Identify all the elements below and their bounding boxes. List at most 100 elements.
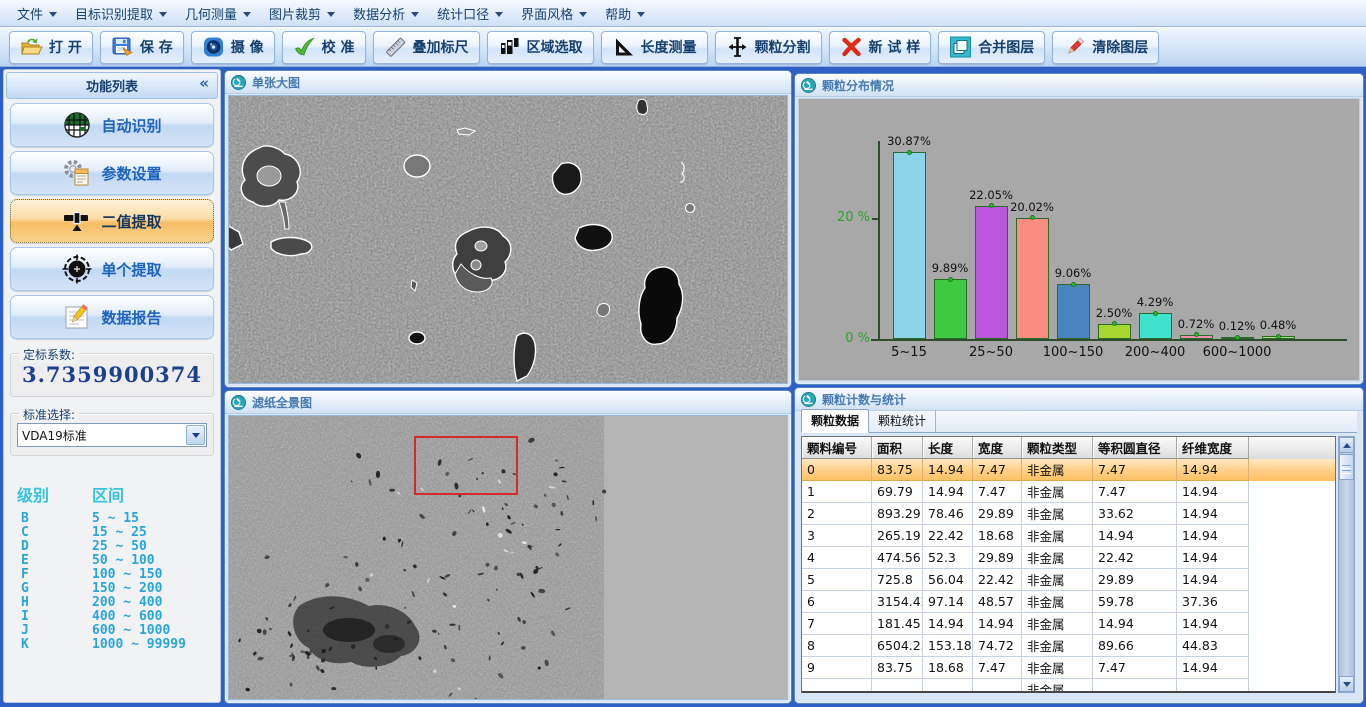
table-row[interactable]: 2893.2978.4629.89非金属33.6214.94 [802, 503, 1335, 525]
new-sample-x-icon [840, 36, 863, 58]
table-cell: 78.46 [923, 503, 973, 525]
toolbar-button-4[interactable]: 校 准 [282, 31, 366, 64]
table-cell [1177, 679, 1249, 693]
toolbar-button-9[interactable]: 新 试 样 [829, 31, 932, 64]
column-header-4[interactable]: 宽度 [973, 437, 1022, 459]
grid-vertical-scrollbar[interactable] [1338, 436, 1355, 693]
toolbar-button-label: 摄 像 [231, 37, 264, 57]
toolbar-button-11[interactable]: 清除图层 [1052, 31, 1159, 64]
table-cell: 9 [802, 657, 872, 679]
single-image-canvas[interactable] [228, 95, 788, 384]
table-cell [923, 679, 973, 693]
menu-item-label: 数据分析 [353, 4, 405, 23]
table-cell: 7.47 [1093, 657, 1177, 679]
level-letter: D [17, 540, 59, 554]
column-header-5[interactable]: 颗粒类型 [1022, 437, 1093, 459]
table-cell: 14.94 [1093, 613, 1177, 635]
scroll-up-button[interactable] [1339, 437, 1354, 453]
toolbar-button-7[interactable]: 长度测量 [601, 31, 708, 64]
menu-item-5[interactable]: 数据分析 [344, 1, 428, 25]
sidebar-button-4[interactable]: 单个提取 [10, 247, 214, 291]
menu-item-6[interactable]: 统计口径 [428, 1, 512, 25]
scroll-down-button[interactable] [1339, 676, 1354, 692]
toolbar-button-label: 区域选取 [527, 37, 583, 57]
sidebar-button-5[interactable]: 数据报告 [10, 295, 214, 339]
collapse-chevron-icon[interactable]: « [199, 74, 209, 92]
panorama-panel: 滤纸全景图 [224, 390, 792, 704]
distribution-panel-header: 颗粒分布情况 [795, 74, 1363, 97]
menu-item-8[interactable]: 帮助 [596, 1, 654, 25]
sidebar-button-label: 单个提取 [101, 259, 161, 280]
column-header-6[interactable]: 等积圆直径 [1093, 437, 1177, 459]
menu-item-2[interactable]: 目标识别提取 [66, 1, 176, 25]
function-sidebar: 功能列表 « 自动识别参数设置二值提取单个提取数据报告 定标系数: 3.7359… [3, 69, 221, 703]
menu-item-1[interactable]: 文件 [8, 1, 66, 25]
table-row[interactable]: 083.7514.947.47非金属7.4714.94 [802, 459, 1335, 481]
toolbar-button-label: 校 准 [322, 37, 355, 57]
table-row[interactable]: 3265.1922.4218.68非金属14.9414.94 [802, 525, 1335, 547]
table-row[interactable]: 169.7914.947.47非金属7.4714.94 [802, 481, 1335, 503]
toolbar-button-3[interactable]: 摄 像 [191, 31, 275, 64]
table-cell [1093, 679, 1177, 693]
level-range-table: 级别 区间 B5 ~ 15C15 ~ 25D25 ~ 50E50 ~ 100F1… [4, 482, 220, 652]
panel-title: 滤纸全景图 [252, 394, 312, 411]
table-cell [872, 679, 923, 693]
chevron-down-icon [579, 12, 587, 17]
menu-item-3[interactable]: 几何测量 [176, 1, 260, 25]
toolbar-button-2[interactable]: 保 存 [100, 31, 184, 64]
sidebar-button-label: 数据报告 [101, 307, 161, 328]
bar-top-marker [1071, 282, 1076, 287]
panel-title: 颗粒计数与统计 [822, 391, 906, 408]
scroll-thumb[interactable] [1339, 454, 1354, 480]
table-row[interactable]: 4474.5652.329.89非金属22.4214.94 [802, 547, 1335, 569]
table-cell: 59.78 [1093, 591, 1177, 613]
table-cell: 48.57 [973, 591, 1022, 613]
table-row[interactable]: 983.7518.687.47非金属7.4714.94 [802, 657, 1335, 679]
standard-select[interactable]: VDA19标准 [17, 423, 207, 447]
level-range: 200 ~ 400 [59, 596, 162, 610]
table-row[interactable]: 5725.856.0422.42非金属29.8914.94 [802, 569, 1335, 591]
level-row: D25 ~ 50 [17, 540, 220, 554]
column-header-3[interactable]: 长度 [923, 437, 973, 459]
table-cell: 22.42 [1093, 547, 1177, 569]
table-cell: 153.18 [923, 635, 973, 657]
column-header-2[interactable]: 面积 [872, 437, 923, 459]
stats-tab-bar: 颗粒数据颗粒统计 [801, 411, 1357, 433]
menu-item-7[interactable]: 界面风格 [512, 1, 596, 25]
combo-dropdown-button[interactable] [186, 425, 205, 445]
sidebar-button-3[interactable]: 二值提取 [10, 199, 214, 243]
table-cell: 非金属 [1022, 613, 1093, 635]
table-cell: 14.94 [973, 613, 1022, 635]
table-cell: 3 [802, 525, 872, 547]
table-cell: 7.47 [973, 481, 1022, 503]
tab-2[interactable]: 颗粒统计 [869, 410, 936, 432]
table-cell: 83.75 [872, 657, 923, 679]
table-cell: 14.94 [1177, 525, 1249, 547]
sidebar-button-label: 二值提取 [101, 211, 161, 232]
y-tick-label: 20 % [832, 210, 870, 225]
table-row[interactable]: 63154.4297.1448.57非金属59.7837.36 [802, 591, 1335, 613]
menu-item-4[interactable]: 图片裁剪 [260, 1, 344, 25]
table-row[interactable]: 非金属 [802, 679, 1335, 693]
toolbar-button-6[interactable]: 区域选取 [487, 31, 594, 64]
level-row: J600 ~ 1000 [17, 624, 220, 638]
panorama-canvas[interactable] [228, 415, 788, 700]
toolbar-button-label: 长度测量 [641, 37, 697, 57]
column-header-7[interactable]: 纤维宽度 [1177, 437, 1249, 459]
toolbar-button-10[interactable]: 合并图层 [938, 31, 1045, 64]
bar-top-marker [1194, 332, 1199, 337]
column-header-1[interactable]: 颗料编号 [802, 437, 872, 459]
particle-split-icon [726, 36, 749, 58]
toolbar-button-5[interactable]: 叠加标尺 [373, 31, 480, 64]
sidebar-button-2[interactable]: 参数设置 [10, 151, 214, 195]
level-range: 400 ~ 600 [59, 610, 162, 624]
tab-1[interactable]: 颗粒数据 [801, 409, 869, 433]
toolbar-button-1[interactable]: 打 开 [9, 31, 93, 64]
toolbar-button-8[interactable]: 颗粒分割 [715, 31, 822, 64]
standard-select-value: VDA19标准 [18, 427, 186, 444]
sidebar-button-1[interactable]: 自动识别 [10, 103, 214, 147]
toolbar: 打 开保 存 摄 像 校 准叠加标尺 区域选取 长度测量颗粒分割新 试 样合并图层清除图… [0, 27, 1366, 67]
table-row[interactable]: 86504.25153.1874.72非金属89.6644.83 [802, 635, 1335, 657]
table-row[interactable]: 7181.4514.9414.94非金属14.9414.94 [802, 613, 1335, 635]
bar-top-marker [907, 150, 912, 155]
